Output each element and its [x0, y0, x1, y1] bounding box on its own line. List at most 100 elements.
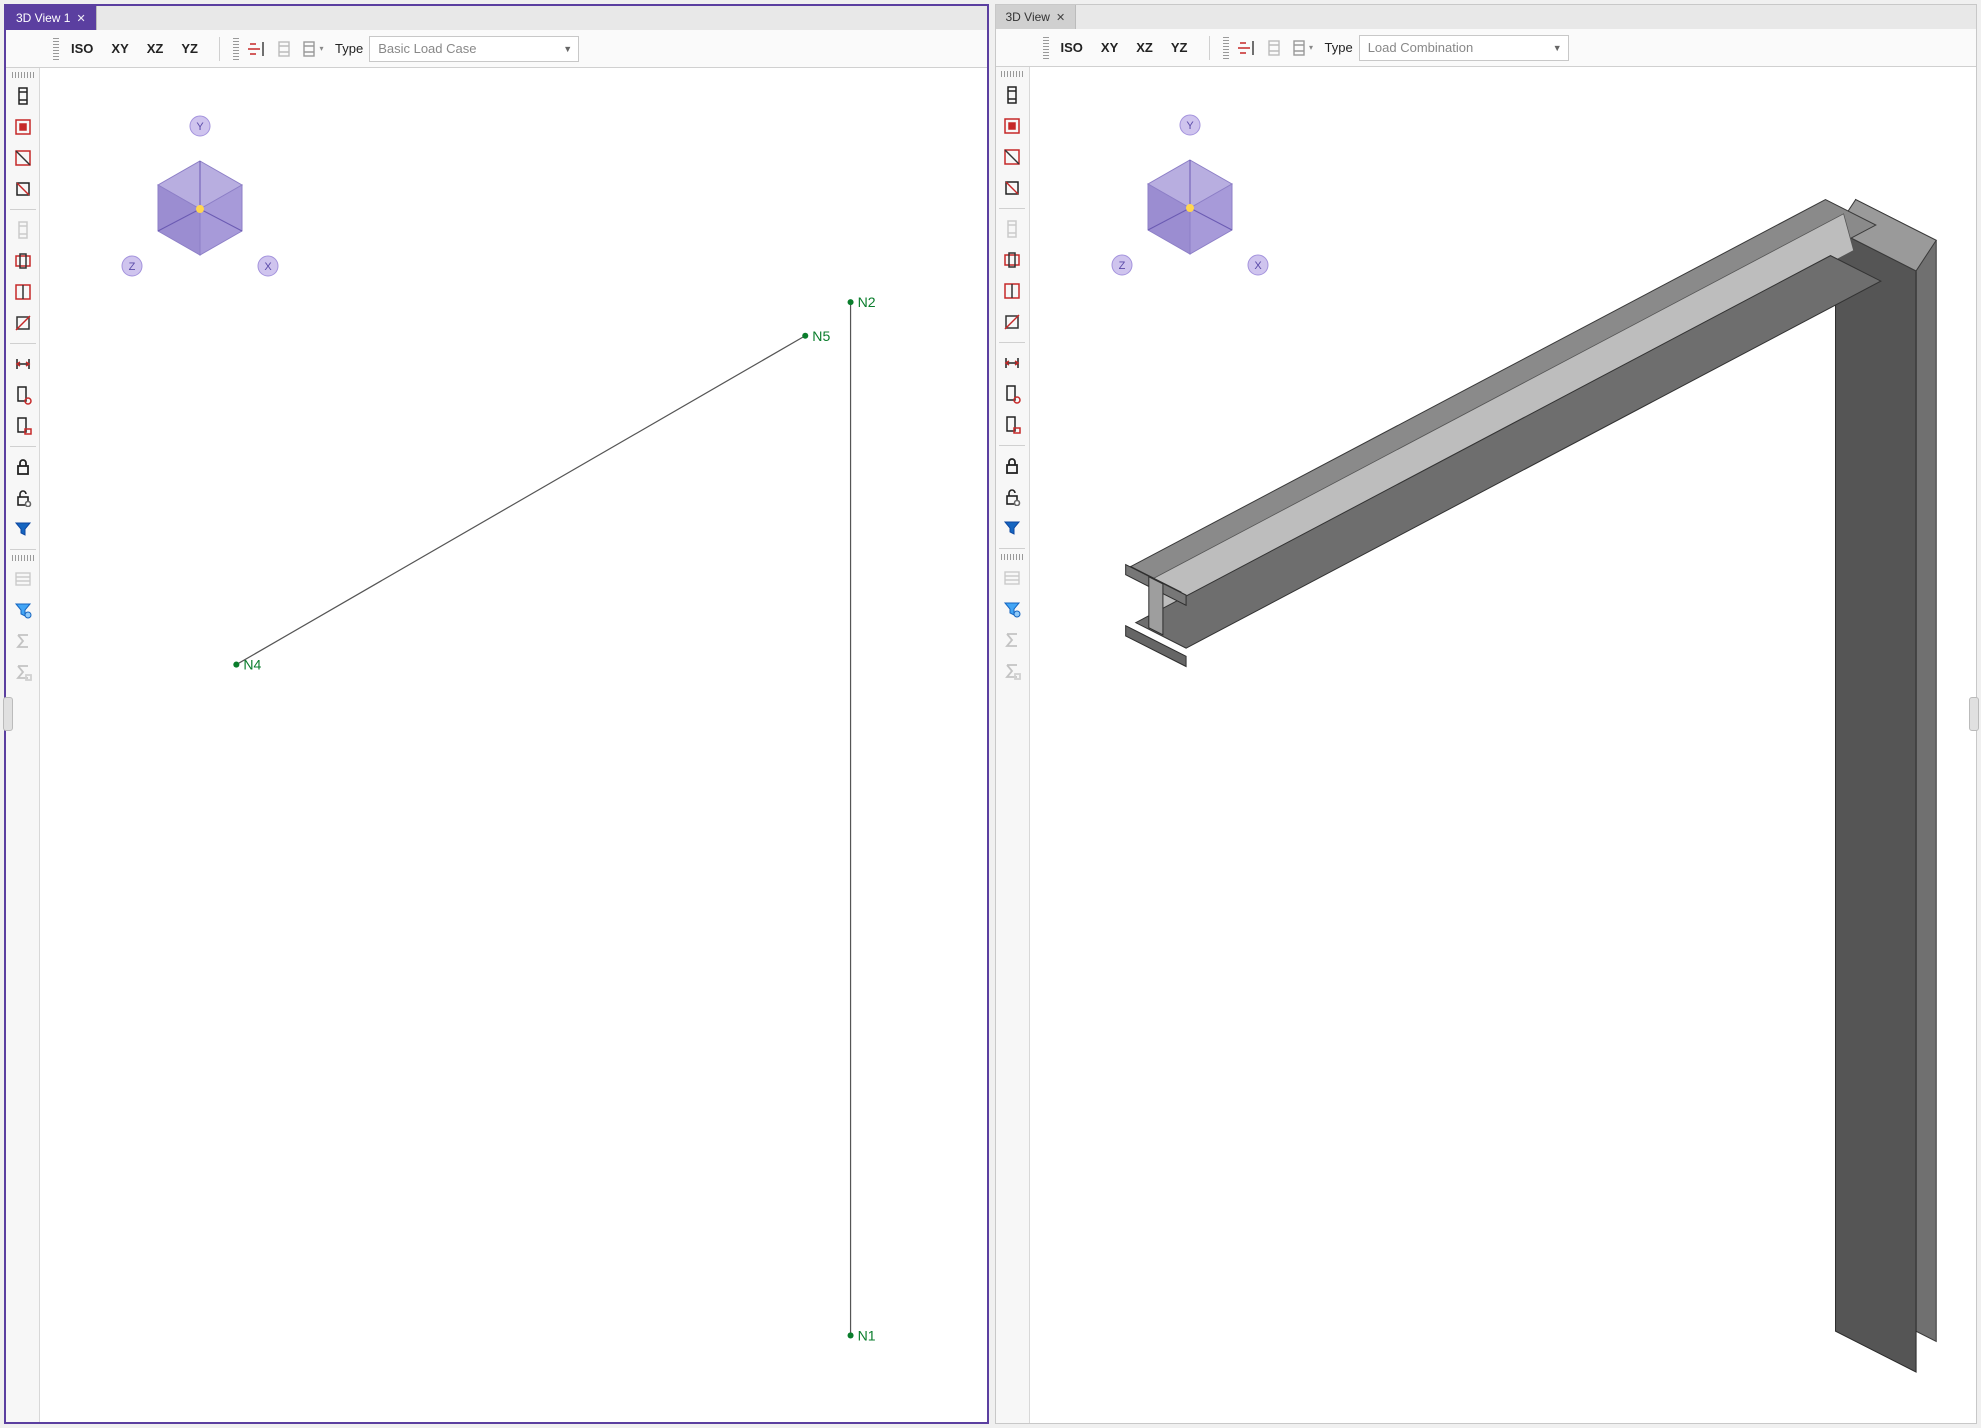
beam-outline-icon[interactable] [1261, 35, 1287, 61]
toolbar-grip-icon[interactable] [1043, 37, 1049, 59]
type-label: Type [1325, 40, 1353, 55]
close-icon[interactable]: ✕ [1056, 11, 1065, 24]
view-yz-button[interactable]: YZ [1163, 36, 1196, 59]
view-yz-button[interactable]: YZ [173, 37, 206, 60]
view-orientation-group: ISO XY XZ YZ [1038, 35, 1201, 60]
separator [219, 37, 220, 61]
wireframe-dim-icon[interactable] [998, 214, 1026, 244]
sum-icon[interactable] [998, 625, 1026, 655]
measure-icon[interactable] [998, 348, 1026, 378]
list-icon[interactable] [9, 564, 37, 594]
type-label: Type [335, 41, 363, 56]
separator [10, 343, 36, 344]
tab-3d-view-2-label: 3D View [1006, 10, 1050, 24]
viewport-right[interactable]: Y Z X [1030, 67, 1977, 1423]
select-window-icon[interactable] [9, 143, 37, 173]
toolbar-grip-icon[interactable] [12, 72, 34, 78]
toolbar-grip-icon[interactable] [1001, 71, 1023, 77]
select-cross-icon[interactable] [998, 173, 1026, 203]
separator [999, 342, 1025, 343]
toolbar-grip-icon[interactable] [53, 38, 59, 60]
wireframe-icon[interactable] [998, 80, 1026, 110]
fit-extents-icon[interactable] [9, 112, 37, 142]
display-mode-group: ▾ Type Load Combination ▼ [1218, 34, 1574, 62]
toolbar-grip-icon[interactable] [1223, 37, 1229, 59]
expand-handle-left[interactable] [3, 697, 13, 731]
align-right-icon[interactable] [243, 36, 269, 62]
pane-3d-view-1: 3D View 1 ✕ ISO XY XZ YZ ▾ Type [4, 4, 989, 1424]
tab-3d-view-1[interactable]: 3D View 1 ✕ [6, 6, 97, 30]
type-value-left: Basic Load Case [378, 41, 476, 56]
fit-extents-icon[interactable] [998, 111, 1026, 141]
view-orientation-group: ISO XY XZ YZ [48, 36, 211, 61]
node-label-n1: N1 [858, 1328, 876, 1344]
lock-view-icon[interactable] [9, 483, 37, 513]
sum-options-icon[interactable] [998, 656, 1026, 686]
top-toolbar-left: ISO XY XZ YZ ▾ Type Basic Load Case ▼ [6, 30, 987, 68]
list-icon[interactable] [998, 563, 1026, 593]
filter-blue-icon[interactable] [9, 595, 37, 625]
body-right: Y Z X [996, 67, 1977, 1423]
view-xy-button[interactable]: XY [103, 37, 136, 60]
beam-render-icon[interactable]: ▾ [1289, 35, 1315, 61]
view-xz-button[interactable]: XZ [1128, 36, 1161, 59]
close-icon[interactable]: ✕ [76, 12, 85, 25]
view-xy-button[interactable]: XY [1093, 36, 1126, 59]
zoom-extents-red-icon[interactable] [9, 246, 37, 276]
node-label-n2: N2 [858, 295, 876, 311]
view-iso-button[interactable]: ISO [63, 37, 101, 60]
separator [1209, 36, 1210, 60]
wireframe-dim-icon[interactable] [9, 215, 37, 245]
wireframe-model: N2 N5 N4 N1 [40, 68, 987, 1422]
beam-settings-icon[interactable] [9, 380, 37, 410]
select-window-icon[interactable] [998, 142, 1026, 172]
beam-settings-icon[interactable] [998, 379, 1026, 409]
filter-icon[interactable] [9, 514, 37, 544]
toolbar-grip-icon[interactable] [12, 555, 34, 561]
zoom-extents-red-icon[interactable] [998, 245, 1026, 275]
type-value-right: Load Combination [1368, 40, 1474, 55]
sum-icon[interactable] [9, 626, 37, 656]
type-combobox-left[interactable]: Basic Load Case ▼ [369, 36, 579, 62]
node-label-n5: N5 [812, 329, 830, 345]
zoom-window-red-icon[interactable] [9, 277, 37, 307]
tab-3d-view-2[interactable]: 3D View ✕ [996, 5, 1077, 29]
zoom-slash-icon[interactable] [998, 307, 1026, 337]
node-label-n4: N4 [243, 658, 261, 674]
beam-render-icon[interactable]: ▾ [299, 36, 325, 62]
expand-handle-right[interactable] [1969, 697, 1979, 731]
body-left: Y Z X N2 N5 N4 N1 [6, 68, 987, 1422]
beam-lock-icon[interactable] [9, 411, 37, 441]
zoom-window-red-icon[interactable] [998, 276, 1026, 306]
beam-outline-icon[interactable] [271, 36, 297, 62]
lock-view-icon[interactable] [998, 482, 1026, 512]
top-toolbar-right: ISO XY XZ YZ ▾ Type Load Combination ▼ [996, 29, 1977, 67]
toolbar-grip-icon[interactable] [1001, 554, 1023, 560]
zoom-slash-icon[interactable] [9, 308, 37, 338]
toolbar-grip-icon[interactable] [233, 38, 239, 60]
viewport-left[interactable]: Y Z X N2 N5 N4 N1 [40, 68, 987, 1422]
pane-3d-view-2: 3D View ✕ ISO XY XZ YZ ▾ Type [995, 4, 1978, 1424]
separator [999, 445, 1025, 446]
separator [10, 446, 36, 447]
chevron-down-icon: ▼ [1553, 43, 1562, 53]
filter-blue-icon[interactable] [998, 594, 1026, 624]
sum-options-icon[interactable] [9, 657, 37, 687]
measure-icon[interactable] [9, 349, 37, 379]
separator [999, 208, 1025, 209]
tabbar-left: 3D View 1 ✕ [6, 6, 987, 30]
select-cross-icon[interactable] [9, 174, 37, 204]
lock-icon[interactable] [9, 452, 37, 482]
beam-lock-icon[interactable] [998, 410, 1026, 440]
view-xz-button[interactable]: XZ [139, 37, 172, 60]
type-combobox-right[interactable]: Load Combination ▼ [1359, 35, 1569, 61]
lock-icon[interactable] [998, 451, 1026, 481]
view-iso-button[interactable]: ISO [1053, 36, 1091, 59]
chevron-down-icon: ▼ [563, 44, 572, 54]
side-toolbar-right [996, 67, 1030, 1423]
side-toolbar-left [6, 68, 40, 1422]
filter-icon[interactable] [998, 513, 1026, 543]
display-mode-group: ▾ Type Basic Load Case ▼ [228, 35, 584, 63]
wireframe-icon[interactable] [9, 81, 37, 111]
align-right-icon[interactable] [1233, 35, 1259, 61]
